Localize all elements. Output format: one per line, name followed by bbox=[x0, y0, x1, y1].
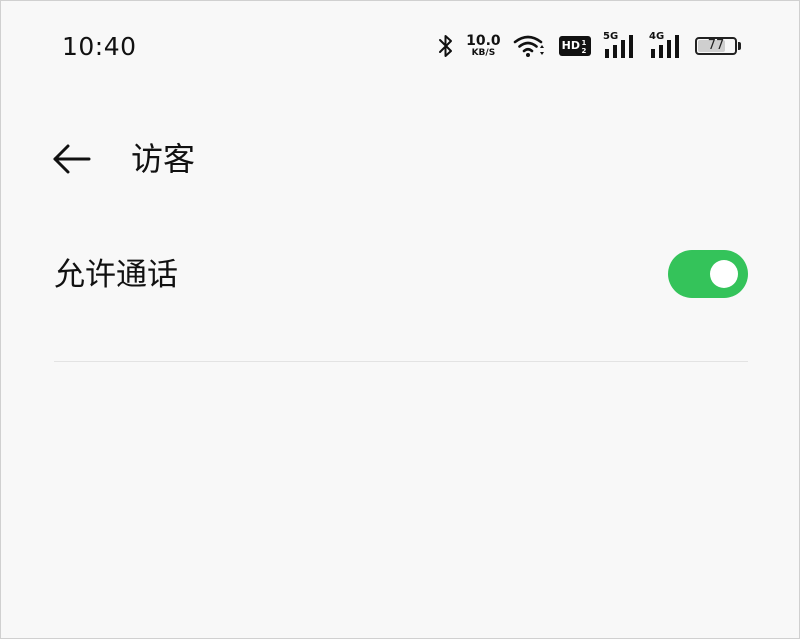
hd-sim-number-icon: 1 2 bbox=[582, 39, 587, 54]
network-speed-unit: KB/S bbox=[471, 48, 496, 58]
battery-cap bbox=[738, 42, 741, 50]
allow-calls-label: 允许通话 bbox=[54, 257, 178, 293]
network-speed: 10.0 KB/S bbox=[466, 34, 501, 58]
bluetooth-icon bbox=[439, 35, 453, 57]
status-icons: 10.0 KB/S HD 1 2 5G 4G 77 bbox=[438, 29, 741, 63]
back-button[interactable] bbox=[45, 133, 97, 185]
sim1-signal: 5G bbox=[603, 31, 637, 58]
hd-voice-label: HD bbox=[561, 39, 580, 52]
battery-level: 77 bbox=[707, 38, 725, 53]
toggle-knob bbox=[710, 260, 738, 288]
network-speed-value: 10.0 bbox=[466, 33, 501, 49]
status-bar: 10:40 10.0 KB/S HD 1 2 5G 4G 77 bbox=[1, 1, 799, 93]
divider bbox=[54, 361, 748, 362]
allow-calls-toggle[interactable] bbox=[668, 250, 748, 298]
allow-calls-setting-row: 允许通话 bbox=[54, 233, 748, 319]
wifi-icon bbox=[513, 35, 544, 57]
visitor-settings-screen: 10:40 10.0 KB/S HD 1 2 5G 4G 77 访客 允许通话 bbox=[0, 0, 800, 639]
svg-text:1: 1 bbox=[582, 39, 587, 47]
svg-text:2: 2 bbox=[582, 47, 587, 54]
back-arrow-icon bbox=[53, 144, 91, 174]
page-title: 访客 bbox=[131, 140, 196, 178]
sim2-signal: 4G bbox=[649, 31, 683, 58]
sim1-network-type: 5G bbox=[603, 31, 619, 42]
status-time: 10:40 bbox=[62, 32, 137, 61]
battery-icon: 77 bbox=[695, 37, 741, 55]
sim2-network-type: 4G bbox=[649, 31, 665, 42]
title-bar: 访客 bbox=[1, 121, 799, 197]
hd-voice-badge: HD 1 2 bbox=[558, 36, 591, 56]
battery-body: 77 bbox=[695, 37, 737, 55]
